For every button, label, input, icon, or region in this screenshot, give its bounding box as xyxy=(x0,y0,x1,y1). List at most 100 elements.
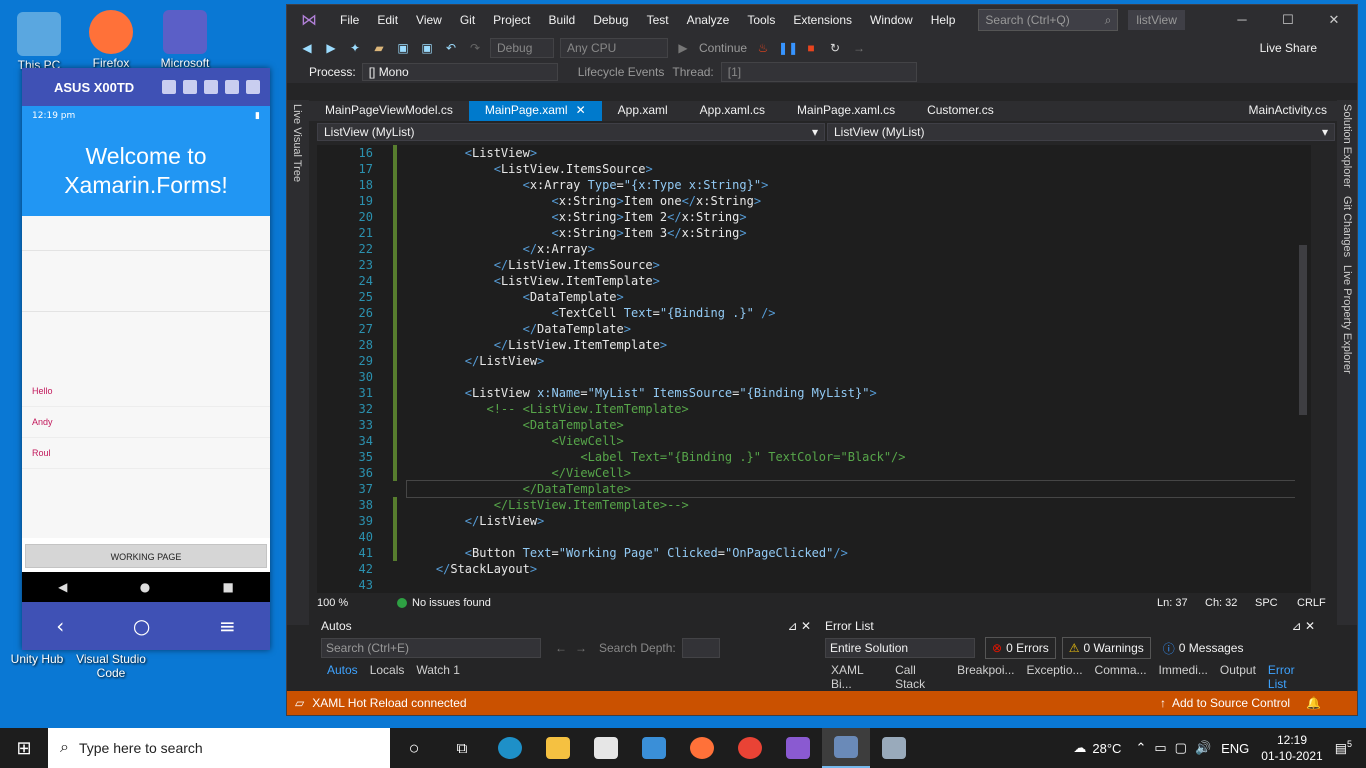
emulator-taskbar-icon[interactable] xyxy=(822,728,870,768)
config-dropdown[interactable]: Debug xyxy=(490,38,554,58)
menu-project[interactable]: Project xyxy=(484,13,539,27)
volume-icon[interactable]: 🔊 xyxy=(1195,740,1211,756)
code-line[interactable]: </DataTemplate> xyxy=(407,321,1301,337)
tab-output[interactable]: Output xyxy=(1214,663,1262,691)
back-icon[interactable]: ‹ xyxy=(56,614,64,638)
code-line[interactable]: <Label Text="{Binding .}" TextColor="Bla… xyxy=(407,449,1301,465)
desktop-icon-firefox[interactable]: Firefox xyxy=(76,10,146,70)
new-project-icon[interactable]: ✦ xyxy=(346,40,364,56)
store-icon[interactable] xyxy=(582,728,630,768)
battery-icon[interactable]: ▭ xyxy=(1154,740,1166,756)
undo-icon[interactable]: ↶ xyxy=(442,40,460,56)
close-icon[interactable]: ✕ xyxy=(801,619,811,633)
weather-temp[interactable]: 28°C xyxy=(1092,741,1121,756)
visual-studio-icon[interactable] xyxy=(774,728,822,768)
vs-search-box[interactable]: Search (Ctrl+Q) ⌕ xyxy=(978,9,1119,31)
code-line[interactable]: </DataTemplate> xyxy=(406,480,1302,498)
code-line[interactable]: </StackLayout> xyxy=(407,561,1301,577)
zoom-level[interactable]: 100 % xyxy=(317,597,397,609)
search-depth-input[interactable] xyxy=(681,638,720,658)
camera-icon[interactable] xyxy=(162,80,176,94)
tab-mainpageviewmodel[interactable]: MainPageViewModel.cs xyxy=(309,101,469,121)
tab-error-list[interactable]: Error List xyxy=(1262,663,1319,691)
code-text[interactable]: <ListView> <ListView.ItemsSource> <x:Arr… xyxy=(406,145,1302,593)
nav-dropdown-left[interactable]: ListView (MyList) ▾ xyxy=(317,123,825,141)
save-icon[interactable]: ▣ xyxy=(394,40,412,56)
tab-locals[interactable]: Locals xyxy=(364,663,411,677)
tab-exceptions[interactable]: Exceptio... xyxy=(1021,663,1089,691)
arrow-left-icon[interactable]: ← xyxy=(555,641,567,655)
scrollbar-thumb[interactable] xyxy=(1299,245,1307,415)
code-line[interactable] xyxy=(407,369,1301,385)
tab-customer-cs[interactable]: Customer.cs xyxy=(911,101,1010,121)
chrome-icon[interactable] xyxy=(726,728,774,768)
live-visual-tree-tab[interactable]: Live Visual Tree xyxy=(287,100,307,186)
code-line[interactable]: <ListView> xyxy=(407,145,1301,161)
tab-watch[interactable]: Watch 1 xyxy=(410,663,466,677)
headset-icon[interactable] xyxy=(204,80,218,94)
menu-file[interactable]: File xyxy=(331,13,368,27)
code-line[interactable]: </ListView.ItemsSource> xyxy=(407,257,1301,273)
continue-button[interactable]: Continue xyxy=(699,41,747,55)
whitespace-mode[interactable]: SPC xyxy=(1255,597,1297,609)
menu-window[interactable]: Window xyxy=(861,13,922,27)
code-line[interactable]: </ListView> xyxy=(407,513,1301,529)
maximize-icon[interactable]: ☐ xyxy=(1265,5,1311,35)
list-item[interactable]: Hello xyxy=(22,376,270,407)
code-line[interactable]: <ViewCell> xyxy=(407,433,1301,449)
code-line[interactable]: <Button Text="Working Page" Clicked="OnP… xyxy=(407,545,1301,561)
editor-scrollbar[interactable] xyxy=(1295,145,1311,593)
hot-reload-status[interactable]: XAML Hot Reload connected xyxy=(312,696,466,710)
menu-git[interactable]: Git xyxy=(451,13,484,27)
code-line[interactable]: </ListView> xyxy=(407,353,1301,369)
code-line[interactable]: <DataTemplate> xyxy=(407,289,1301,305)
nav-dropdown-right[interactable]: ListView (MyList) ▾ xyxy=(827,123,1335,141)
tab-mainpage-xaml-cs[interactable]: MainPage.xaml.cs xyxy=(781,101,911,121)
notifications-icon[interactable]: 🔔 xyxy=(1306,696,1321,710)
tab-autos[interactable]: Autos xyxy=(321,663,364,677)
list-item[interactable]: Roul xyxy=(22,438,270,469)
close-icon[interactable]: ✕ xyxy=(1305,619,1315,633)
code-line[interactable]: <x:String>Item one</x:String> xyxy=(407,193,1301,209)
close-icon[interactable]: ✕ xyxy=(1311,5,1357,35)
code-line[interactable]: <!-- <ListView.ItemTemplate> xyxy=(407,401,1301,417)
firefox-icon[interactable] xyxy=(678,728,726,768)
network-icon[interactable]: ▢ xyxy=(1175,740,1187,756)
save-all-icon[interactable]: ▣ xyxy=(418,40,436,56)
warnings-filter-button[interactable]: ⚠ 0 Warnings xyxy=(1061,637,1151,659)
taskbar-search-box[interactable]: ⌕ Type here to search xyxy=(48,728,390,768)
paint-icon[interactable] xyxy=(870,728,918,768)
thread-dropdown[interactable]: [1] xyxy=(720,62,917,82)
android-listview[interactable]: Hello Andy Roul xyxy=(22,216,270,538)
live-share-button[interactable]: Live Share xyxy=(1260,41,1317,55)
pin-icon[interactable]: ⊿ xyxy=(1292,619,1302,633)
home-icon[interactable]: ● xyxy=(140,580,150,594)
code-line[interactable]: <x:String>Item 2</x:String> xyxy=(407,209,1301,225)
redo-icon[interactable]: ↷ xyxy=(466,40,484,56)
code-line[interactable]: <x:String>Item 3</x:String> xyxy=(407,225,1301,241)
menu-icon[interactable]: ≡ xyxy=(219,614,236,638)
task-view-icon[interactable]: ⧉ xyxy=(438,728,486,768)
code-line[interactable]: </ListView.ItemTemplate> xyxy=(407,337,1301,353)
line-endings[interactable]: CRLF xyxy=(1297,597,1337,609)
code-line[interactable]: <DataTemplate> xyxy=(407,417,1301,433)
minimize-icon[interactable]: ─ xyxy=(1219,5,1265,35)
windows-start-icon[interactable]: ⊞ xyxy=(0,728,48,768)
desktop-icon-unity-hub[interactable]: Unity Hub xyxy=(2,652,72,666)
file-explorer-icon[interactable] xyxy=(534,728,582,768)
cortana-icon[interactable]: ○ xyxy=(390,728,438,768)
code-line[interactable]: <ListView.ItemsSource> xyxy=(407,161,1301,177)
code-editor[interactable]: 16 17 18 19 20 21 22 23 24 25 26 27 28 29 30 31 32 33 34 35… xyxy=(317,145,1311,593)
code-line[interactable] xyxy=(407,577,1301,593)
desktop-icon-vscode[interactable]: Visual Studio Code xyxy=(76,652,146,680)
code-line[interactable]: </x:Array> xyxy=(407,241,1301,257)
hot-reload-icon[interactable]: ♨ xyxy=(754,40,772,56)
scope-dropdown[interactable]: Entire Solution xyxy=(825,638,975,658)
mail-icon[interactable] xyxy=(630,728,678,768)
menu-debug[interactable]: Debug xyxy=(584,13,637,27)
code-line[interactable]: <ListView x:Name="MyList" ItemsSource="{… xyxy=(407,385,1301,401)
open-icon[interactable]: ▰ xyxy=(370,40,388,56)
tab-mainactivity-cs[interactable]: MainActivity.cs xyxy=(1239,101,1337,121)
weather-icon[interactable]: ☁ xyxy=(1073,740,1086,756)
menu-extensions[interactable]: Extensions xyxy=(784,13,861,27)
